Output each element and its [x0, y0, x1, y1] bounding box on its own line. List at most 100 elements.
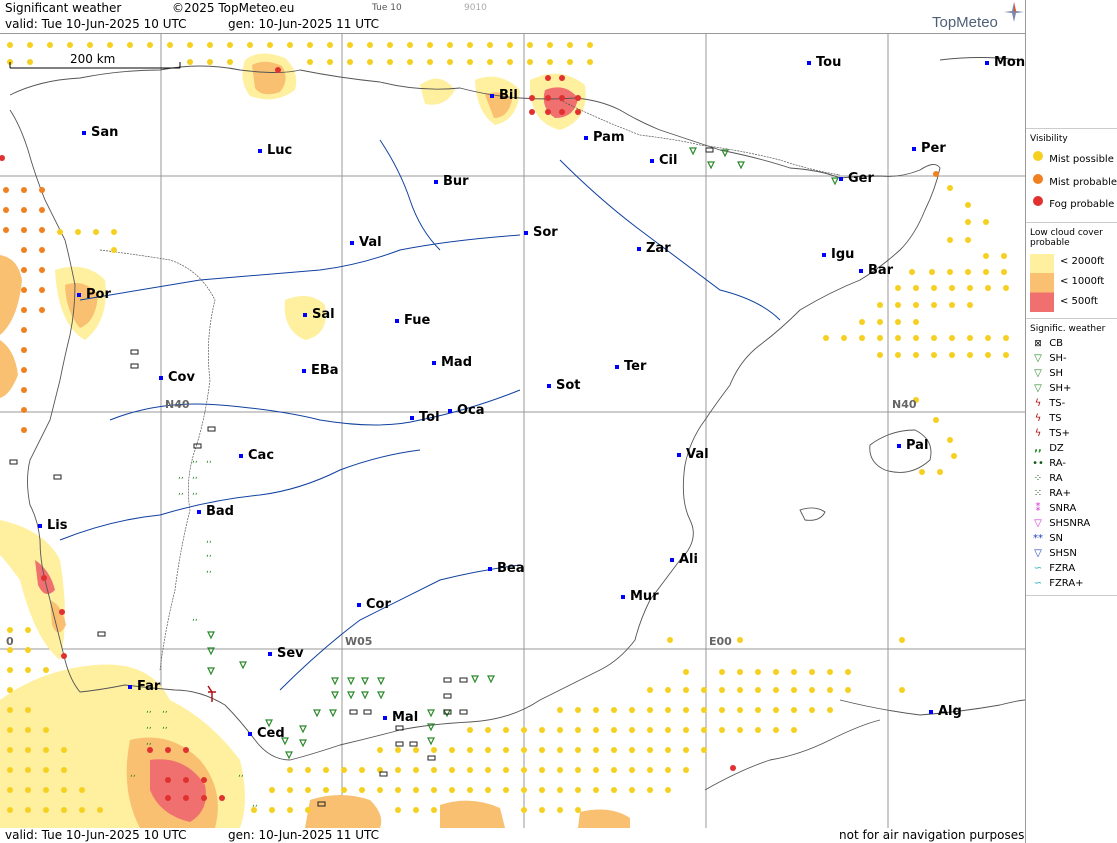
- city-bad[interactable]: Bad: [197, 504, 234, 519]
- footer-generated: gen: 10-Jun-2025 11 UTC: [228, 828, 380, 842]
- city-cac[interactable]: Cac: [239, 448, 274, 463]
- city-fue[interactable]: Fue: [395, 313, 430, 328]
- legend-fog-probable: Fog probable: [1030, 195, 1114, 210]
- city-igu[interactable]: Igu: [822, 247, 854, 262]
- svg-text:,,: ,,: [206, 535, 212, 545]
- rain-icon: ⁘: [1033, 473, 1043, 484]
- city-cil[interactable]: Cil: [650, 153, 677, 168]
- city-far[interactable]: Far: [128, 679, 160, 694]
- code-small: 9010: [464, 3, 487, 13]
- drizzle-icon: ,,: [1034, 443, 1042, 454]
- low-cloud-2000: < 2000ft: [1060, 256, 1105, 267]
- snow-rain-shower-icon: ▽: [1034, 518, 1042, 529]
- scale-label: 200 km: [70, 52, 116, 66]
- city-ced[interactable]: Ced: [248, 726, 285, 741]
- city-per[interactable]: Per: [912, 141, 946, 156]
- grid-label-w10: 0: [6, 635, 14, 648]
- city-sal[interactable]: Sal: [303, 307, 335, 322]
- valid-time: valid: Tue 10-Jun-2025 10 UTC: [5, 17, 187, 31]
- city-sev[interactable]: Sev: [268, 646, 304, 661]
- legend-fzra: ∽ FZRA: [1030, 563, 1075, 574]
- legend-mist-possible: Mist possible: [1030, 150, 1114, 165]
- legend-fzra-heavy: ∽ FZRA+: [1030, 578, 1084, 589]
- svg-text:,,: ,,: [192, 487, 198, 497]
- footer-disclaimer: not for air navigation purposes: [839, 828, 1025, 842]
- city-cov[interactable]: Cov: [159, 370, 195, 385]
- city-san[interactable]: San: [82, 125, 118, 140]
- low-cloud-1000: < 1000ft: [1060, 276, 1105, 287]
- city-pam[interactable]: Pam: [584, 130, 625, 145]
- svg-text:,,: ,,: [178, 471, 184, 481]
- city-oca[interactable]: Oca: [448, 403, 485, 418]
- cb-icon: ⊠: [1034, 339, 1042, 349]
- city-cor[interactable]: Cor: [357, 597, 391, 612]
- svg-text:,,: ,,: [146, 705, 152, 715]
- topmeteo-logo: TopMeteo: [932, 14, 998, 31]
- footer-valid: valid: Tue 10-Jun-2025 10 UTC: [5, 828, 187, 842]
- low-cloud-500: < 500ft: [1060, 296, 1098, 307]
- city-mon[interactable]: Mon: [985, 55, 1025, 70]
- svg-text:,,: ,,: [178, 487, 184, 497]
- legend-sn: ** SN: [1030, 533, 1063, 544]
- thunderstorm-heavy-icon: ϟ: [1034, 428, 1042, 439]
- thunderstorm-icon: ϟ: [1034, 413, 1042, 424]
- city-ter[interactable]: Ter: [615, 359, 646, 374]
- city-zar[interactable]: Zar: [637, 241, 671, 256]
- legend-ra: ⁘ RA: [1030, 473, 1063, 484]
- city-sot[interactable]: Sot: [547, 378, 581, 393]
- city-ger[interactable]: Ger: [839, 171, 874, 186]
- thunderstorm-light-icon: ϟ: [1034, 398, 1042, 409]
- legend-dz: ,, DZ: [1030, 443, 1064, 454]
- city-alg[interactable]: Alg: [929, 704, 962, 719]
- weather-title: Signific. weather: [1030, 324, 1106, 334]
- svg-text:,,: ,,: [130, 769, 136, 779]
- footer-bar: valid: Tue 10-Jun-2025 10 UTC gen: 10-Ju…: [0, 828, 1025, 843]
- svg-text:,,: ,,: [238, 769, 244, 779]
- legend-sh-light: ▽ SH-: [1030, 353, 1067, 364]
- mist-possible-icon: [1030, 150, 1046, 165]
- snow-rain-icon: ⁑: [1035, 503, 1041, 514]
- city-bar[interactable]: Bar: [859, 263, 893, 278]
- city-bil[interactable]: Bil: [490, 88, 518, 103]
- legend-shsnra: ▽ SHSNRA: [1030, 518, 1090, 529]
- grid-label-n40-east: N40: [892, 398, 917, 411]
- grid-label-n40: N40: [165, 398, 190, 411]
- city-val-valencia[interactable]: Val: [677, 447, 709, 462]
- city-sor[interactable]: Sor: [524, 225, 558, 240]
- mist-probable-icon: [1030, 173, 1046, 188]
- svg-text:,,: ,,: [162, 721, 168, 731]
- svg-text:,,: ,,: [206, 455, 212, 465]
- chart-title: Significant weather: [5, 1, 122, 15]
- legend-ts-light: ϟ TS-: [1030, 398, 1066, 409]
- city-val-valladolid[interactable]: Val: [350, 235, 382, 250]
- city-lis[interactable]: Lis: [38, 518, 67, 533]
- city-bur[interactable]: Bur: [434, 174, 469, 189]
- fog-probable-icon: [1030, 195, 1046, 210]
- city-tou[interactable]: Tou: [807, 55, 841, 70]
- map-canvas: ,,,,,, ,,,,,, ,,,,,, ,,,,,, ,,,,,, ,,,,,…: [0, 33, 1025, 828]
- city-ali[interactable]: Ali: [670, 552, 698, 567]
- city-mal[interactable]: Mal: [383, 710, 418, 725]
- legend-mist-probable: Mist probable: [1030, 173, 1117, 188]
- city-mur[interactable]: Mur: [621, 589, 659, 604]
- rain-light-icon: ••: [1032, 458, 1044, 469]
- city-mad[interactable]: Mad: [432, 355, 472, 370]
- city-eba[interactable]: EBa: [302, 363, 339, 378]
- legend-panel: Visibility Mist possible Mist probable F…: [1025, 0, 1117, 843]
- day-code: Tue 10: [372, 3, 402, 13]
- svg-text:,,: ,,: [206, 565, 212, 575]
- low-cloud-title-2: probable: [1030, 238, 1070, 248]
- freezing-rain-icon: ∽: [1033, 563, 1043, 574]
- weather-map[interactable]: ,,,,,, ,,,,,, ,,,,,, ,,,,,, ,,,,,, ,,,,,…: [0, 33, 1025, 828]
- city-bea[interactable]: Bea: [488, 561, 525, 576]
- legend-sh-heavy: ▽ SH+: [1030, 383, 1071, 394]
- city-por[interactable]: Por: [77, 287, 111, 302]
- header-bar: Significant weather ©2025 TopMeteo.eu Tu…: [0, 0, 1025, 34]
- snow-icon: **: [1033, 533, 1043, 544]
- city-tol[interactable]: Tol: [410, 410, 440, 425]
- legend-shsn: ▽ SHSN: [1030, 548, 1077, 559]
- city-luc[interactable]: Luc: [258, 143, 292, 158]
- compass-logo-icon: [1004, 2, 1024, 22]
- city-pal[interactable]: Pal: [897, 438, 928, 453]
- low-cloud-swatch: [1030, 254, 1054, 312]
